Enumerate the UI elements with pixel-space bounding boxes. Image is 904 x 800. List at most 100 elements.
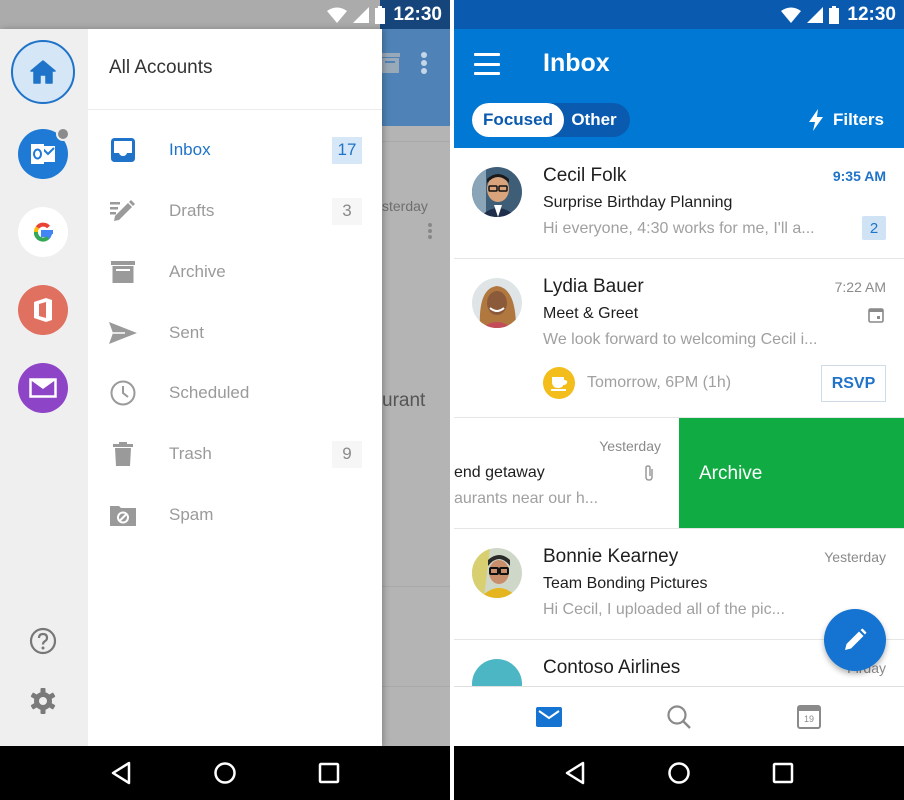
compose-button[interactable] <box>824 609 886 671</box>
menu-button[interactable] <box>474 53 500 75</box>
archive-icon <box>108 257 138 287</box>
tab-other[interactable]: Other <box>564 103 630 137</box>
message-time: Yesterday <box>824 549 886 565</box>
signal-icon <box>353 6 370 23</box>
event-info: Tomorrow, 6PM (1h) <box>543 367 731 399</box>
focused-other-toggle: Focused Other <box>472 103 630 137</box>
battery-icon <box>829 5 840 24</box>
lightning-icon <box>808 109 823 131</box>
folder-inbox[interactable]: Inbox 17 <box>88 120 382 180</box>
more-options-icon <box>421 52 427 74</box>
attachment-icon <box>645 465 653 481</box>
filters-button[interactable]: Filters <box>808 109 884 131</box>
message-subject: end getaway <box>454 464 545 481</box>
navigation-drawer: All Accounts Inbox 17 Drafts 3 Archive S… <box>0 29 382 746</box>
account-office[interactable] <box>18 285 68 335</box>
message-preview: aurants near our h... <box>454 490 599 507</box>
account-outlook[interactable] <box>18 127 70 179</box>
divider <box>88 109 382 110</box>
clock-icon <box>108 378 138 408</box>
app-header: Inbox Focused Other Filters <box>454 29 904 148</box>
outlook-icon <box>31 144 55 164</box>
settings-button[interactable] <box>28 686 58 716</box>
right-screen: 12:30 Inbox Focused Other Filters Cecil … <box>454 0 904 800</box>
rsvp-button[interactable]: RSVP <box>821 365 886 402</box>
wifi-icon <box>781 7 802 23</box>
calendar-event-icon <box>868 308 884 323</box>
message-row-swiped[interactable]: Yesterday end getaway aurants near our h… <box>454 418 904 529</box>
swipe-archive-action[interactable]: Archive <box>679 418 904 528</box>
status-bar: 12:30 <box>454 0 904 29</box>
item-count: 9 <box>332 440 362 468</box>
background-time: sterday <box>382 198 428 214</box>
folder-sent[interactable]: Sent <box>88 303 382 363</box>
message-time: 9:35 AM <box>832 168 886 184</box>
tab-mail[interactable] <box>519 692 579 742</box>
back-button-icon[interactable] <box>564 761 586 785</box>
event-time: Tomorrow, 6PM (1h) <box>587 374 732 391</box>
folder-scheduled[interactable]: Scheduled <box>88 363 382 423</box>
calendar-day: 19 <box>803 714 814 724</box>
settings-icon <box>30 688 56 714</box>
tab-focused[interactable]: Focused <box>472 103 564 137</box>
filters-label: Filters <box>832 110 884 129</box>
sender-name: Contoso Airlines <box>543 657 681 678</box>
drafts-icon <box>108 196 138 226</box>
message-list: Cecil Folk 9:35 AM Surprise Birthday Pla… <box>454 148 904 686</box>
message-row[interactable]: Cecil Folk 9:35 AM Surprise Birthday Pla… <box>454 148 904 259</box>
mail-icon <box>536 706 562 727</box>
hamburger-icon <box>474 53 500 56</box>
account-rail <box>0 29 88 746</box>
bottom-tab-bar: 19 <box>454 686 904 746</box>
status-bar: 12:30 <box>0 0 450 29</box>
folder-drafts[interactable]: Drafts 3 <box>88 181 382 241</box>
avatar <box>472 278 522 328</box>
pencil-icon <box>845 628 867 650</box>
battery-icon <box>375 5 386 24</box>
account-mail[interactable] <box>18 363 68 413</box>
sender-name: Cecil Folk <box>543 165 627 186</box>
tab-search[interactable] <box>649 692 709 742</box>
home-icon <box>30 60 56 84</box>
archive-action-label: Archive <box>699 462 763 484</box>
unread-count: 17 <box>332 136 362 164</box>
help-icon <box>29 627 57 655</box>
account-google[interactable] <box>18 207 68 257</box>
system-nav-bar <box>0 746 450 800</box>
help-button[interactable] <box>28 626 58 656</box>
coffee-cup-icon <box>543 367 575 399</box>
search-icon <box>667 704 691 729</box>
folder-archive[interactable]: Archive <box>88 242 382 302</box>
left-screen: 12:30 sterday urant All Accounts Inbox 1… <box>0 0 450 800</box>
system-nav-bar <box>454 746 904 800</box>
folder-trash[interactable]: Trash 9 <box>88 424 382 484</box>
recents-button-icon[interactable] <box>318 762 340 784</box>
avatar <box>472 167 522 217</box>
archive-icon <box>380 53 400 73</box>
back-button-icon[interactable] <box>110 761 132 785</box>
tab-calendar[interactable]: 19 <box>779 692 839 742</box>
clock-time: 12:30 <box>393 3 442 25</box>
drawer-title: All Accounts <box>109 57 213 78</box>
trash-icon <box>108 439 138 469</box>
folder-spam[interactable]: Spam <box>88 485 382 545</box>
page-title: Inbox <box>543 49 610 77</box>
folder-panel: All Accounts Inbox 17 Drafts 3 Archive S… <box>88 29 382 746</box>
signal-icon <box>807 6 824 23</box>
background-text: urant <box>382 390 426 411</box>
message-preview: Hi everyone, 4:30 works for me, I'll a..… <box>543 220 815 237</box>
office-icon <box>34 298 52 322</box>
avatar <box>472 548 522 598</box>
home-button-icon[interactable] <box>667 761 691 785</box>
sender-name: Bonnie Kearney <box>543 546 679 567</box>
thread-count-badge: 2 <box>862 216 886 240</box>
spam-icon <box>108 500 138 530</box>
message-preview: Hi Cecil, I uploaded all of the pic... <box>543 601 785 618</box>
home-button-icon[interactable] <box>213 761 237 785</box>
more-options-icon <box>428 223 432 239</box>
message-time: 7:22 AM <box>834 279 886 295</box>
account-all-accounts[interactable] <box>11 40 75 104</box>
recents-button-icon[interactable] <box>772 762 794 784</box>
message-row[interactable]: Lydia Bauer 7:22 AM Meet & Greet We look… <box>454 259 904 418</box>
notification-badge <box>56 127 70 141</box>
